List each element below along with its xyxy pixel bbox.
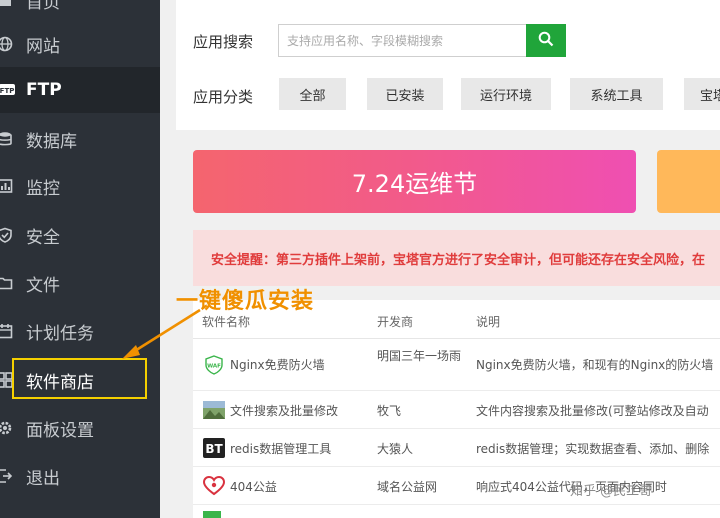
table-row[interactable] <box>193 505 720 518</box>
database-icon <box>0 130 14 148</box>
sidebar-item-label: 首页 <box>26 0 60 13</box>
sidebar-item-label: 安全 <box>26 227 60 248</box>
search-label: 应用搜索 <box>193 33 254 51</box>
shield-icon <box>0 226 14 244</box>
sidebar: 首页 网站 FTP FTP 数据库 监控 安全 文件 计划任务 软件商店 面板设… <box>0 0 160 518</box>
logout-icon <box>0 467 14 485</box>
monitor-icon <box>0 177 14 195</box>
table-row[interactable]: BT redis数据管理工具 大猿人 redis数据管理；实现数据查看、添加、删… <box>193 429 720 467</box>
sidebar-item-label: 监控 <box>26 178 60 199</box>
app-desc: redis数据管理；实现数据查看、添加、删除 <box>476 442 710 456</box>
sidebar-item-settings[interactable]: 面板设置 <box>0 405 160 451</box>
sidebar-item-label: 计划任务 <box>26 323 94 344</box>
category-all[interactable]: 全部 <box>279 78 346 110</box>
sidebar-item-label: 退出 <box>26 468 60 489</box>
category-system-tools[interactable]: 系统工具 <box>570 78 663 110</box>
watermark: 知乎 @民工哥 <box>570 484 653 499</box>
svg-text:WAF: WAF <box>207 364 221 370</box>
column-header-vendor: 开发商 <box>377 315 414 329</box>
category-installed[interactable]: 已安装 <box>367 78 443 110</box>
sidebar-item-label: 数据库 <box>26 131 77 152</box>
image-icon <box>203 400 225 420</box>
security-warning: 安全提醒：第三方插件上架前，宝塔官方进行了安全审计，但可能还存在安全风险，在 <box>193 230 720 286</box>
table-row[interactable]: 文件搜索及批量修改 牧飞 文件内容搜索及批量修改(可整站修改及自动 <box>193 391 720 429</box>
search-input[interactable]: 支持应用名称、字段模糊搜索 <box>278 24 528 57</box>
globe-icon <box>0 35 14 53</box>
app-vendor: 大猿人 <box>377 442 414 456</box>
app-icon <box>203 511 221 518</box>
sidebar-item-ftp[interactable]: FTP FTP <box>0 67 160 113</box>
sidebar-item-logout[interactable]: 退出 <box>0 453 160 499</box>
annotation-arrow-icon <box>122 308 201 359</box>
column-header-name: 软件名称 <box>202 315 251 329</box>
gear-icon <box>0 419 14 437</box>
sidebar-item-label: 网站 <box>26 36 60 57</box>
home-icon <box>0 0 14 9</box>
bt-icon: BT <box>203 438 225 458</box>
heart-icon <box>202 475 226 496</box>
sidebar-item-website[interactable]: 网站 <box>0 21 160 67</box>
app-desc: Nginx免费防火墙，和现有的Nginx的防火墙 <box>476 358 714 372</box>
sidebar-item-security[interactable]: 安全 <box>0 212 160 258</box>
sidebar-item-home[interactable]: 首页 <box>0 0 160 23</box>
app-vendor: 域名公益网 <box>377 480 438 494</box>
sidebar-item-label: 文件 <box>26 275 60 296</box>
sidebar-item-database[interactable]: 数据库 <box>0 116 160 162</box>
app-vendor: 牧飞 <box>377 404 402 418</box>
category-bt[interactable]: 宝塔 <box>684 78 720 110</box>
sidebar-item-monitor[interactable]: 监控 <box>0 163 160 209</box>
svg-text:FTP: FTP <box>0 87 14 95</box>
app-desc: 文件内容搜索及批量修改(可整站修改及自动 <box>476 404 709 418</box>
app-name[interactable]: 文件搜索及批量修改 <box>230 402 338 419</box>
app-vendor: 明国三年一场雨 <box>377 349 462 363</box>
calendar-icon <box>0 322 14 340</box>
category-runtime[interactable]: 运行环境 <box>461 78 551 110</box>
folder-icon <box>0 274 14 292</box>
promo-banner-secondary[interactable] <box>657 150 720 213</box>
search-button[interactable] <box>526 24 566 57</box>
ftp-icon: FTP <box>0 81 16 99</box>
sidebar-item-label: FTP <box>26 80 62 100</box>
table-row[interactable]: WAF Nginx免费防火墙 明国三年一场雨 Nginx免费防火墙，和现有的Ng… <box>193 339 720 391</box>
app-name[interactable]: redis数据管理工具 <box>230 440 331 457</box>
svg-text:BT: BT <box>205 442 223 456</box>
promo-banner[interactable]: 7.24运维节 <box>193 150 636 213</box>
app-search-panel: 应用搜索 支持应用名称、字段模糊搜索 应用分类 全部 已安装 运行环境 系统工具… <box>176 0 720 130</box>
search-icon <box>538 31 554 51</box>
app-name[interactable]: Nginx免费防火墙 <box>230 356 325 373</box>
app-name[interactable]: 404公益 <box>230 478 277 495</box>
category-label: 应用分类 <box>193 88 254 106</box>
sidebar-item-label: 面板设置 <box>26 420 94 441</box>
column-header-desc: 说明 <box>476 315 501 329</box>
